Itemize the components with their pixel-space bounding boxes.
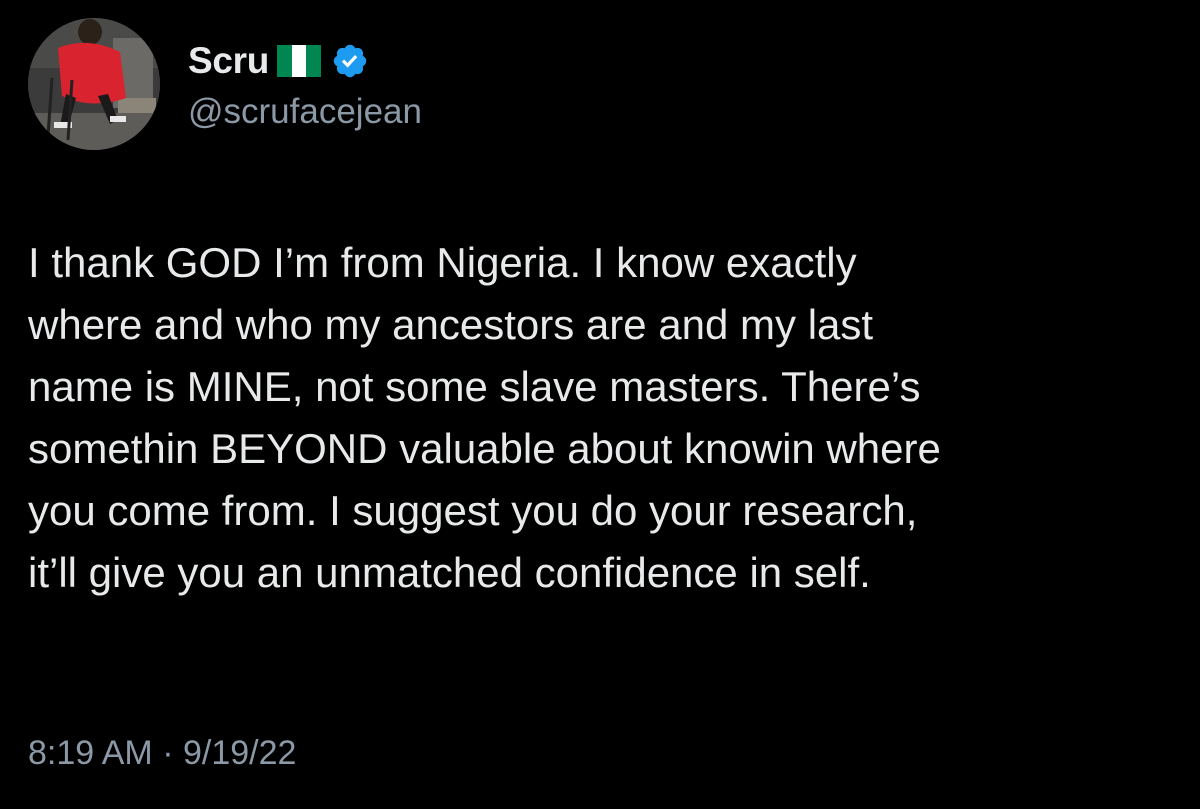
- nigeria-flag-icon: [277, 45, 322, 77]
- profile-photo-icon: [28, 18, 160, 150]
- tweet-card: Scru @scrufacejean I thank GOD I’m from …: [0, 0, 1200, 809]
- author-name-row: Scru: [188, 36, 369, 86]
- author-handle[interactable]: @scrufacejean: [188, 92, 422, 132]
- avatar[interactable]: [28, 18, 160, 150]
- verified-badge-icon: [333, 44, 367, 78]
- display-name[interactable]: Scru: [188, 40, 269, 82]
- tweet-text: I thank GOD I’m from Nigeria. I know exa…: [28, 239, 941, 596]
- tweet-timestamp[interactable]: 8:19 AM · 9/19/22: [28, 734, 296, 773]
